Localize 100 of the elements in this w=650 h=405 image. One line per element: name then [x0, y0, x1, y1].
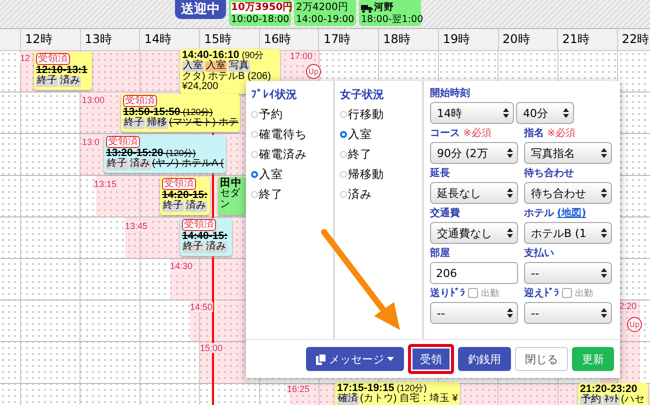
radio-label: 確電待ち	[259, 127, 307, 142]
driver-name: 河野	[374, 2, 394, 14]
select-field[interactable]: ホテルB (1	[524, 222, 612, 244]
field-label: 送りﾄﾞﾗ	[430, 286, 465, 300]
booking-card[interactable]: 21:20-23:20 予約 ﾈｯﾄ (ハセ	[578, 383, 648, 405]
status-tag: 入室	[182, 61, 204, 72]
status-tag: 予約	[580, 395, 602, 405]
field-label: 部屋	[430, 246, 450, 260]
time-mark: 13:00	[82, 95, 105, 105]
status-tag: 済み	[185, 201, 207, 212]
status-tag: 終子	[36, 76, 58, 86]
select-field[interactable]: --	[524, 262, 612, 284]
radio-label: 終了	[259, 187, 283, 202]
status-tag: 済み	[129, 159, 151, 170]
time-mark: 14:30	[170, 261, 193, 271]
field-label: コース	[430, 127, 460, 140]
required-note: ※必須	[547, 126, 576, 140]
select-field[interactable]: 90分 (2万	[430, 142, 518, 164]
time-mark: 16:25	[287, 384, 310, 394]
field-label: 交通費	[430, 206, 460, 220]
select-field[interactable]: 待ち合わせ	[524, 182, 612, 204]
field-label: 指名	[524, 126, 544, 140]
hour-heading: 21時	[557, 29, 617, 50]
booking-time: 17:15-19:15 (120分)	[337, 383, 427, 394]
status-badge: 送迎中	[175, 0, 226, 19]
time-mark: 2:20	[619, 301, 637, 311]
radio-label: 確電済み	[259, 147, 307, 162]
status-tag: 写真	[228, 61, 250, 72]
field-label: 開始時刻	[430, 86, 470, 100]
booking-time: 14:40-15:	[182, 231, 228, 242]
status-tag: 帰移	[146, 118, 168, 128]
booking-detail: (ハセ	[621, 395, 644, 405]
driver-amount: 2万4200円	[296, 2, 349, 14]
driver-hours: 14:00-19:00	[296, 14, 354, 26]
booking-time: 12:10-13:1	[36, 65, 88, 76]
checkbox-label: 出勤	[575, 288, 593, 300]
map-link[interactable]: (地図)	[557, 206, 586, 220]
action-button[interactable]: 釣銭用	[458, 347, 511, 371]
booking-time: 田中	[220, 178, 242, 189]
action-button[interactable]: 閉じる	[515, 347, 568, 371]
field-label: 延長	[430, 166, 450, 180]
booking-detail: (ヤノ) ホテルA (	[152, 159, 224, 170]
hour-heading: 20時	[498, 29, 558, 50]
field-label: 支払い	[524, 246, 554, 260]
booking-time: 14:20-15:	[162, 190, 208, 201]
radio-label: 帰移動	[348, 167, 384, 182]
booking-detail: クタ) ホテルB (206)	[182, 72, 271, 82]
hour-heading: 18時	[378, 29, 438, 50]
time-mark: 15:00	[200, 343, 223, 353]
radio-label: 入室	[259, 167, 283, 182]
driver-card[interactable]: 2万4200円 14:00-19:00	[294, 0, 356, 26]
radio-label: 入室	[348, 127, 372, 142]
booking-time: 13:50-15:50 (120分)	[123, 107, 213, 118]
time-mark: 14:50	[190, 302, 213, 312]
radio-label: 行移動	[348, 107, 384, 122]
status-tag: 確済	[337, 394, 359, 404]
booking-time: 13:20-15:20 (120分)	[106, 148, 196, 159]
status-tag: 終子	[123, 118, 145, 128]
radio-label: 済み	[348, 187, 372, 202]
action-button[interactable]: 受領	[408, 344, 454, 374]
booking-time: 21:20-23:20	[580, 384, 638, 395]
hour-heading: 13時	[80, 29, 140, 50]
select-field[interactable]: 延長なし	[430, 182, 518, 204]
select-field[interactable]: 写真指名	[524, 142, 612, 164]
status-tag: 済み	[59, 76, 81, 86]
field-label: 迎えﾄﾞﾗ	[524, 286, 559, 300]
column-title: 女子状況	[340, 87, 385, 102]
booking-time: 14:40-16:10 (90分	[182, 50, 264, 61]
driver-card[interactable]: 10万3950円 10:00-18:00	[229, 0, 291, 26]
time-mark: 13:0	[82, 137, 100, 147]
required-note: ※必須	[463, 126, 492, 140]
select-field[interactable]: --	[524, 302, 612, 324]
hour-heading: 17時	[318, 29, 378, 50]
driver-amount: 10万3950円	[231, 2, 289, 14]
field-label: 待ち合わせ	[524, 166, 574, 180]
status-tag: 終子	[182, 242, 204, 252]
hour-heading: 19時	[438, 29, 498, 50]
booking-card[interactable]: 17:15-19:15 (120分) 確済 (カトウ) 自宅：埼玉 ¥	[335, 382, 460, 405]
action-button[interactable]: メッセージ	[306, 347, 404, 371]
hour-heading: 22時	[616, 29, 650, 50]
radio-label: 予約	[259, 107, 283, 122]
field-label: ホテル	[524, 207, 554, 220]
checkbox-label: 出勤	[481, 288, 499, 300]
select-field[interactable]: --	[430, 302, 518, 324]
driver-hours: 10:00-18:00	[231, 14, 289, 26]
time-mark: 13:45	[125, 221, 148, 231]
time-mark: 12	[20, 53, 30, 63]
hour-heading: 12時	[20, 29, 80, 50]
booking-detail: ¥24,200	[182, 82, 218, 92]
radio-label: 終了	[348, 147, 372, 162]
select-field[interactable]: 交通費なし	[430, 222, 518, 244]
status-tag: 終子	[162, 201, 184, 212]
status-tag: ﾈｯﾄ	[603, 395, 620, 405]
select-field[interactable]: 40分	[516, 102, 574, 124]
room-field[interactable]: 206	[430, 262, 518, 284]
select-field[interactable]: 14時	[430, 102, 514, 124]
status-tag: 終子	[106, 159, 128, 170]
booking-detail: (カトウ) 自宅：埼玉 ¥	[360, 394, 458, 404]
booking-card[interactable]: 田中 セダン	[218, 177, 246, 215]
driver-card[interactable]: 河野 18:00-翌1:00	[359, 0, 421, 26]
